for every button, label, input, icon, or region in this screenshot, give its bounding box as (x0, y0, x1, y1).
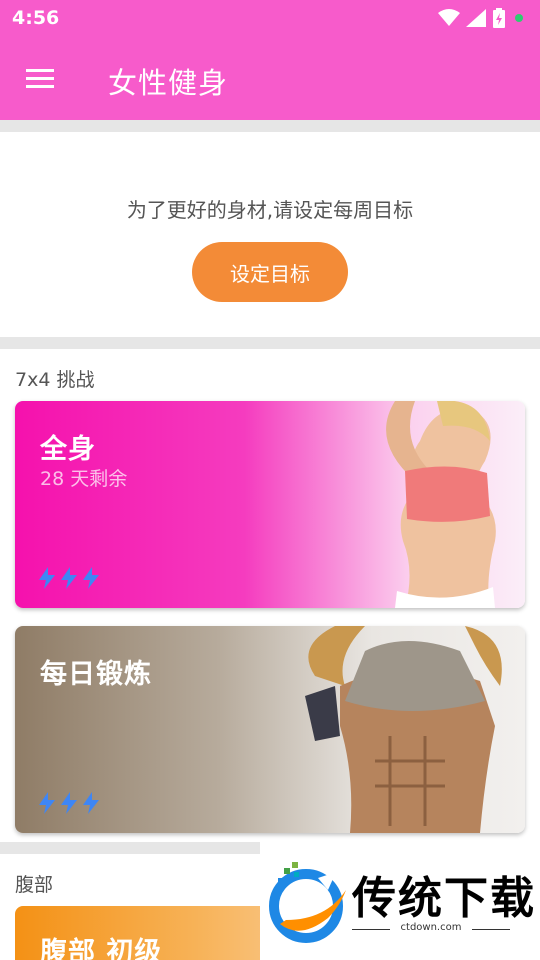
full-body-card[interactable]: 全身 28 天剩余 (15, 401, 525, 608)
app-bar: 女性健身 (0, 38, 540, 120)
difficulty-rating (37, 567, 101, 589)
menu-icon[interactable] (24, 64, 60, 94)
wifi-icon (438, 9, 460, 26)
watermark-logo (269, 862, 346, 943)
bolt-icon (39, 792, 55, 814)
bolt-icon (61, 567, 77, 589)
status-icons (438, 8, 526, 28)
bolt-icon (61, 792, 77, 814)
status-bar: 4:56 (0, 0, 540, 38)
difficulty-rating (37, 792, 101, 814)
notification-dot-icon (515, 14, 523, 22)
abs-section-title: 腹部 (15, 874, 54, 896)
battery-icon (493, 8, 505, 28)
woman-fitness-image (386, 401, 496, 608)
watermark-name: 传统下载 (352, 873, 536, 924)
watermark-url: ctdown.com (352, 922, 510, 933)
bolt-icon (83, 567, 99, 589)
challenge-section: 7x4 挑战 全身 28 天剩余 每日锻炼 (0, 349, 540, 842)
daily-workout-card[interactable]: 每日锻炼 (15, 626, 525, 833)
set-goal-button[interactable]: 设定目标 (192, 242, 348, 302)
bolt-icon (83, 792, 99, 814)
bolt-icon (39, 567, 55, 589)
status-time: 4:56 (12, 7, 60, 29)
card-title: 全身 (40, 434, 96, 465)
card-title: 每日锻炼 (40, 659, 152, 690)
card-title: 腹部 初级 (40, 937, 163, 960)
abs-fitness-image (305, 626, 502, 833)
challenge-section-title: 7x4 挑战 (15, 369, 95, 391)
watermark: 传统下载 ctdown.com (260, 842, 540, 960)
app-title: 女性健身 (108, 66, 229, 100)
goal-prompt: 为了更好的身材,请设定每周目标 (126, 198, 414, 222)
days-remaining: 28 天剩余 (40, 468, 128, 490)
signal-icon (466, 9, 486, 27)
weekly-goal-section: 为了更好的身材,请设定每周目标 设定目标 (0, 132, 540, 337)
